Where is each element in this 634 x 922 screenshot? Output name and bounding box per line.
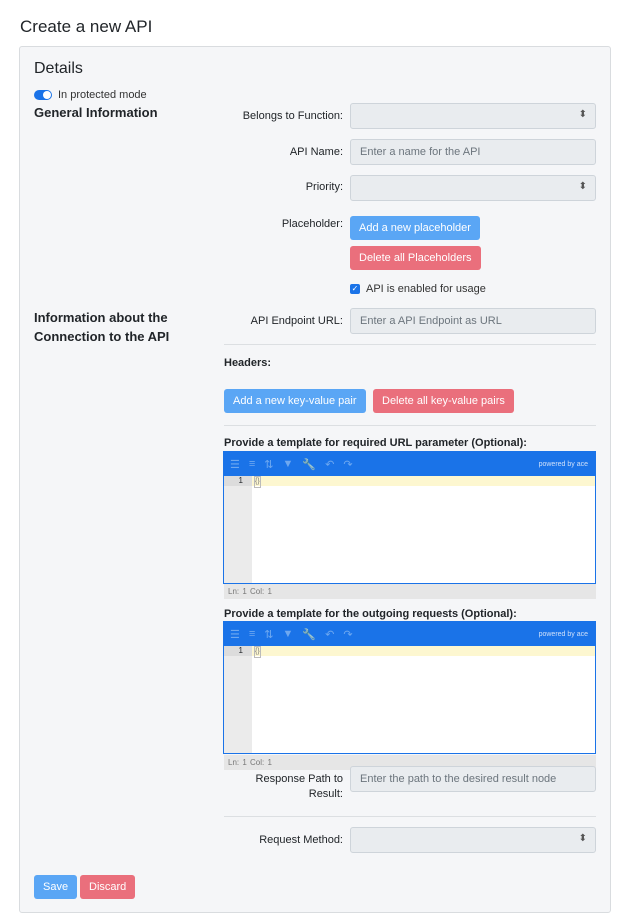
editor-status-bar: Ln: 1 Col: 1 [224, 584, 596, 599]
request-method-select[interactable] [350, 827, 596, 853]
powered-by-ace: powered by ace [538, 460, 588, 468]
format-icon[interactable]: ☰ [230, 458, 240, 471]
endpoint-input[interactable]: Enter a API Endpoint as URL [350, 308, 596, 334]
enabled-label: API is enabled for usage [366, 283, 486, 295]
wrench-icon[interactable]: 🔧 [302, 458, 316, 471]
editor-gutter [224, 646, 252, 753]
card-title: Details [34, 60, 83, 77]
placeholder-label: Placeholder: [281, 218, 343, 230]
protected-mode-label: In protected mode [58, 89, 147, 101]
undo-icon[interactable]: ↶ [325, 628, 334, 641]
connection-heading: Information about the Connection to the … [34, 310, 170, 344]
compact-icon[interactable]: ≡ [249, 458, 255, 470]
delete-key-values-button[interactable]: Delete all key-value pairs [373, 389, 514, 413]
divider [224, 425, 596, 426]
delete-placeholders-button[interactable]: Delete all Placeholders [350, 246, 481, 270]
divider [224, 344, 596, 345]
response-path-label: Response Path to Result: [255, 773, 343, 800]
filter-icon[interactable]: ▼ [283, 628, 294, 640]
format-icon[interactable]: ☰ [230, 628, 240, 641]
add-key-value-button[interactable]: Add a new key-value pair [224, 389, 366, 413]
priority-label: Priority: [305, 181, 343, 193]
page-title: Create a new API [20, 17, 153, 36]
response-path-input[interactable]: Enter the path to the desired result nod… [350, 766, 596, 792]
compact-icon[interactable]: ≡ [249, 628, 255, 640]
editor-content[interactable]: {} [254, 476, 261, 488]
headers-label: Headers: [224, 357, 272, 369]
redo-icon[interactable]: ↷ [343, 458, 352, 471]
editor-toolbar: ☰ ≡ ⇅ ▼ 🔧 ↶ ↷ powered by ace [224, 622, 595, 646]
function-select[interactable] [350, 103, 596, 129]
editor-gutter [224, 476, 252, 583]
line-number: 1 [224, 476, 252, 486]
discard-button[interactable]: Discard [80, 875, 136, 899]
url-template-label: Provide a template for required URL para… [224, 437, 527, 449]
powered-by-ace: powered by ace [538, 630, 588, 638]
endpoint-label: API Endpoint URL: [250, 315, 343, 327]
request-template-editor[interactable]: ☰ ≡ ⇅ ▼ 🔧 ↶ ↷ powered by ace 1{} [223, 621, 596, 754]
sort-icon[interactable]: ⇅ [264, 458, 273, 471]
line-number: 1 [224, 646, 252, 656]
divider [224, 816, 596, 817]
request-template-label: Provide a template for the outgoing requ… [224, 608, 517, 620]
undo-icon[interactable]: ↶ [325, 458, 334, 471]
sort-icon[interactable]: ⇅ [264, 628, 273, 641]
filter-icon[interactable]: ▼ [283, 458, 294, 470]
api-name-label: API Name: [289, 146, 343, 158]
protected-mode-toggle[interactable] [34, 90, 52, 100]
editor-toolbar: ☰ ≡ ⇅ ▼ 🔧 ↶ ↷ powered by ace [224, 452, 595, 476]
save-button[interactable]: Save [34, 875, 78, 899]
enabled-checkbox[interactable]: ✓ [350, 284, 360, 294]
function-label: Belongs to Function: [242, 110, 343, 122]
general-information-heading: General Information [34, 105, 158, 120]
editor-content[interactable]: {} [254, 646, 261, 658]
wrench-icon[interactable]: 🔧 [302, 628, 316, 641]
request-method-label: Request Method: [259, 834, 343, 846]
redo-icon[interactable]: ↷ [343, 628, 352, 641]
add-placeholder-button[interactable]: Add a new placeholder [350, 216, 480, 240]
url-template-editor[interactable]: ☰ ≡ ⇅ ▼ 🔧 ↶ ↷ powered by ace 1{} [223, 451, 596, 584]
api-name-input[interactable]: Enter a name for the API [350, 139, 596, 165]
priority-select[interactable] [350, 175, 596, 201]
